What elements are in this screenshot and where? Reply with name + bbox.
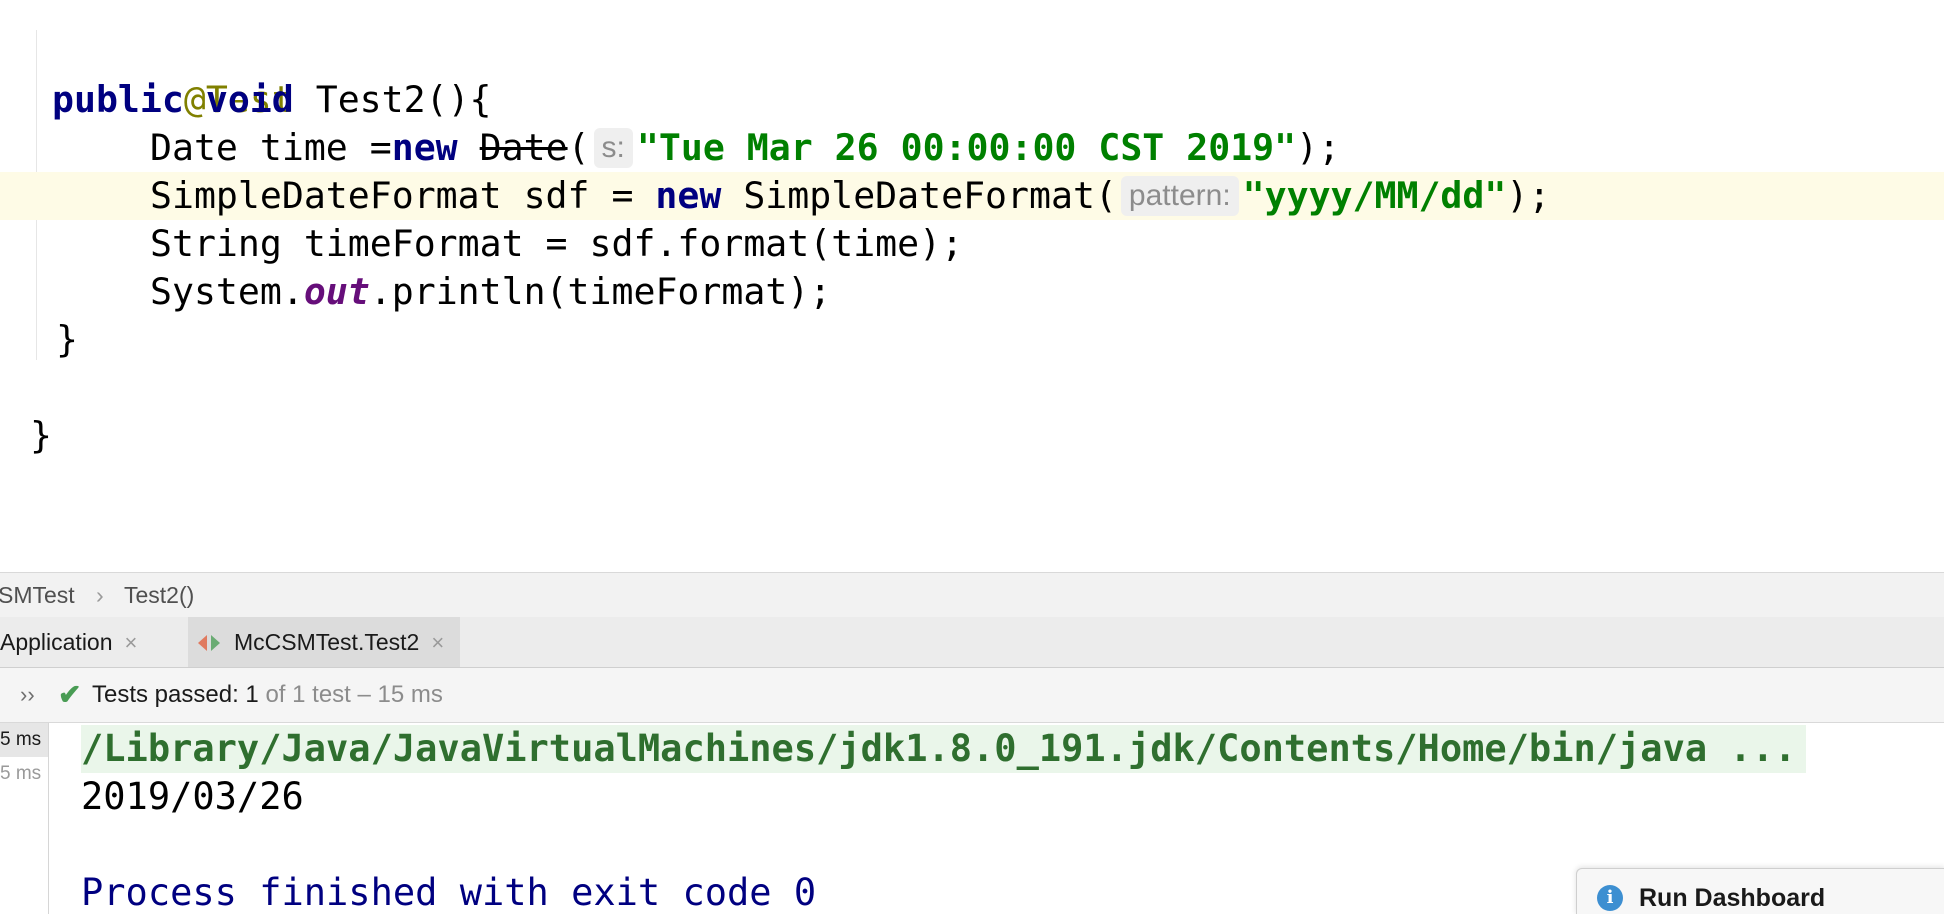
test-status-bar: ›› ✔ Tests passed: 1 of 1 test – 15 ms <box>0 668 1944 723</box>
code-line-format[interactable]: String timeFormat = sdf.format(time); <box>150 220 963 268</box>
parameter-hint: pattern: <box>1120 176 1239 216</box>
code-text: SimpleDateFormat( <box>721 174 1117 217</box>
code-line-date[interactable]: Date time =new Date(s: "Tue Mar 26 00:00:… <box>150 124 1340 172</box>
status-label: Tests passed: <box>92 681 246 708</box>
close-icon[interactable]: × <box>431 630 444 655</box>
breadcrumb: SMTest › Test2() <box>0 572 1944 618</box>
string-literal: "yyyy/MM/dd" <box>1242 174 1507 217</box>
code-text: Date time = <box>150 126 392 169</box>
static-field: out <box>303 270 370 313</box>
tab-label: Application <box>0 629 113 655</box>
code-text: ); <box>1296 126 1341 169</box>
expand-icon[interactable]: ›› <box>20 668 35 722</box>
breadcrumb-separator: › <box>96 582 104 608</box>
test-time[interactable]: 5 ms <box>0 757 41 791</box>
parameter-hint: s: <box>593 128 633 168</box>
test-run-icon <box>198 633 224 653</box>
method-signature: Test2(){ <box>293 78 492 121</box>
status-count: 1 <box>245 681 259 708</box>
run-dashboard-popup[interactable]: i Run Dashboard <box>1576 868 1944 914</box>
close-icon[interactable]: × <box>125 630 138 655</box>
keyword-new: new <box>655 174 722 217</box>
status-detail: of 1 test – 15 ms <box>258 681 443 708</box>
code-text: String timeFormat = sdf.format(time); <box>150 222 964 265</box>
tab-label: McCSMTest.Test2 <box>234 629 420 655</box>
console-output-line: 2019/03/26 <box>81 775 304 818</box>
code-line-println[interactable]: System.out.println(timeFormat); <box>150 268 831 316</box>
keyword-public: public <box>52 78 184 121</box>
breadcrumb-class[interactable]: SMTest <box>0 573 75 617</box>
code-line-annotation[interactable]: @Test <box>52 28 294 121</box>
keyword-new: new <box>391 126 458 169</box>
console-command-line[interactable]: /Library/Java/JavaVirtualMachines/jdk1.8… <box>81 725 1807 773</box>
code-text: SimpleDateFormat sdf = <box>150 174 656 217</box>
test-time-selected[interactable]: 5 ms <box>0 723 48 757</box>
info-icon: i <box>1597 885 1623 911</box>
code-line-method-signature[interactable]: public void Test2(){ <box>52 76 492 124</box>
code-text: .println(timeFormat); <box>369 270 832 313</box>
run-dashboard-label[interactable]: Run Dashboard <box>1639 869 1825 914</box>
deprecated-constructor: Date <box>479 126 568 169</box>
breadcrumb-method[interactable]: Test2() <box>124 573 194 617</box>
test-status-text: Tests passed: 1 of 1 test – 15 ms <box>92 668 443 722</box>
tab-application[interactable]: Application × <box>0 617 147 667</box>
check-icon: ✔ <box>58 679 82 710</box>
code-text: ); <box>1506 174 1551 217</box>
tab-mccsmtest-test2[interactable]: McCSMTest.Test2 × <box>188 617 461 667</box>
closing-brace: } <box>56 318 78 361</box>
code-editor[interactable]: @Test public void Test2(){ Date time =ne… <box>0 0 1944 572</box>
test-tree-panel[interactable]: 5 ms 5 ms <box>0 723 49 914</box>
closing-brace: } <box>30 414 52 457</box>
run-tabs: Application × McCSMTest.Test2 × <box>0 617 1944 668</box>
keyword-void: void <box>205 78 294 121</box>
string-literal: "Tue Mar 26 00:00:00 CST 2019" <box>636 126 1297 169</box>
code-text: System. <box>150 270 304 313</box>
code-line-close-method[interactable]: } <box>56 316 78 364</box>
code-line-current[interactable]: SimpleDateFormat sdf = new SimpleDateFor… <box>0 172 1944 220</box>
code-line-close-class[interactable]: } <box>30 412 52 460</box>
ide-window: @Test public void Test2(){ Date time =ne… <box>0 0 1944 914</box>
console-exit-line: Process finished with exit code 0 <box>81 871 817 914</box>
code-text: ( <box>567 126 590 169</box>
